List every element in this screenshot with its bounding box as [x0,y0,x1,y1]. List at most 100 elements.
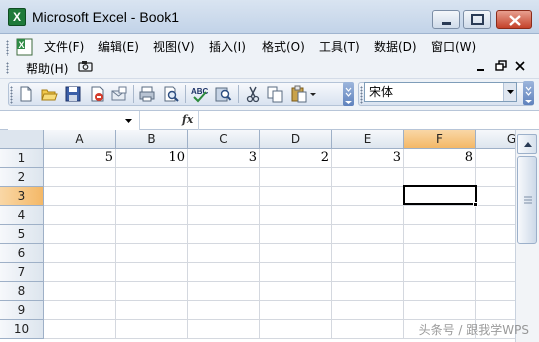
font-dropdown-button[interactable] [503,83,516,101]
spelling-icon[interactable]: ABC [190,85,208,103]
grid-cell[interactable] [332,187,404,206]
row-header-10[interactable]: 10 [0,320,44,339]
grid-cell[interactable] [44,282,116,301]
cell-e1[interactable]: 3 [332,149,404,168]
menu-window[interactable]: 窗口(W) [431,38,476,55]
research-icon[interactable] [214,85,232,103]
grid-cell[interactable] [188,244,260,263]
grid-cell[interactable] [476,168,515,187]
cell-f1[interactable]: 8 [404,149,476,168]
grid-cell[interactable] [188,187,260,206]
restore-icon[interactable] [494,59,508,73]
grid-cell[interactable] [116,263,188,282]
grid-cell[interactable] [44,244,116,263]
permission-icon[interactable] [88,85,106,103]
grid-cell[interactable] [44,225,116,244]
menu-file[interactable]: 文件(F) [44,38,84,55]
minimize-button[interactable] [432,10,460,29]
grid-cell[interactable] [332,282,404,301]
cell-d1[interactable]: 2 [260,149,332,168]
grid-cell[interactable] [332,168,404,187]
active-cell-f3[interactable] [403,185,477,205]
toolbar-overflow-chevron[interactable] [343,82,354,106]
grid-cell[interactable] [188,320,260,339]
excel-app-icon[interactable]: X [8,8,26,26]
grid-cell[interactable] [260,282,332,301]
print-icon[interactable] [138,85,156,103]
grid-cell[interactable] [188,263,260,282]
cell-a1[interactable]: 5 [44,149,116,168]
new-icon[interactable] [17,85,35,103]
grid-cell[interactable] [332,263,404,282]
font-name-select[interactable]: 宋体 [364,82,517,102]
formatting-grip-handle[interactable] [360,86,363,104]
row-header-7[interactable]: 7 [0,263,44,282]
grid-cell[interactable] [332,320,404,339]
row-header-8[interactable]: 8 [0,282,44,301]
grid-cell[interactable] [188,225,260,244]
minimize-icon[interactable] [474,61,488,73]
menu-grip-handle[interactable] [6,40,9,56]
row-header-2[interactable]: 2 [0,168,44,187]
grid-cell[interactable] [332,206,404,225]
formula-input[interactable] [198,111,539,130]
menu-format[interactable]: 格式(O) [262,38,305,55]
grid-cell[interactable] [404,282,476,301]
maximize-button[interactable] [463,10,491,29]
column-header-a[interactable]: A [44,130,116,149]
grid-cell[interactable] [476,244,515,263]
grid-cell[interactable] [116,225,188,244]
menu-tools[interactable]: 工具(T) [319,38,360,55]
grid-cell[interactable] [44,168,116,187]
close-icon[interactable] [514,60,526,72]
grid-cell[interactable] [476,187,515,206]
open-icon[interactable] [40,85,58,103]
grid-cell[interactable] [116,282,188,301]
grid-cell[interactable] [332,301,404,320]
grid-cell[interactable] [260,263,332,282]
column-header-f[interactable]: F [404,130,476,149]
grid-cell[interactable] [260,225,332,244]
close-button[interactable] [496,10,532,29]
paste-icon[interactable] [290,85,308,103]
grid-cell[interactable] [44,206,116,225]
column-header-e[interactable]: E [332,130,404,149]
grid-cell[interactable] [188,206,260,225]
grid-cell[interactable] [260,187,332,206]
grid-cell[interactable] [476,301,515,320]
select-all-corner[interactable] [0,130,44,149]
grid-cell[interactable] [332,244,404,263]
menu-help[interactable]: 帮助(H) [26,60,68,77]
grid-cell[interactable] [476,263,515,282]
row-header-9[interactable]: 9 [0,301,44,320]
grid-cell[interactable] [260,244,332,263]
grid-cell[interactable] [188,282,260,301]
row-header-4[interactable]: 4 [0,206,44,225]
column-header-c[interactable]: C [188,130,260,149]
column-header-b[interactable]: B [116,130,188,149]
grid-cell[interactable] [404,206,476,225]
grid-cell[interactable] [404,225,476,244]
row-header-3[interactable]: 3 [0,187,44,206]
grid-cell[interactable] [260,206,332,225]
scroll-up-button[interactable] [517,134,537,154]
grid-cell[interactable] [476,206,515,225]
grid-cell[interactable] [260,320,332,339]
grid-cell[interactable] [260,168,332,187]
grid-cell[interactable] [116,244,188,263]
grid-cell[interactable] [116,320,188,339]
row-header-6[interactable]: 6 [0,244,44,263]
column-header-g[interactable]: G [476,130,515,149]
toolbar-grip-handle[interactable] [10,86,13,104]
row-header-5[interactable]: 5 [0,225,44,244]
cell-b1[interactable]: 10 [116,149,188,168]
grid-cell[interactable] [476,225,515,244]
paste-options-dropdown-icon[interactable] [308,85,318,103]
menu-data[interactable]: 数据(D) [374,38,417,55]
grid-cell[interactable] [44,263,116,282]
grid-cell[interactable] [332,225,404,244]
column-header-d[interactable]: D [260,130,332,149]
menu-view[interactable]: 视图(V) [153,38,195,55]
grid-cell[interactable] [44,301,116,320]
grid-cell[interactable] [404,244,476,263]
